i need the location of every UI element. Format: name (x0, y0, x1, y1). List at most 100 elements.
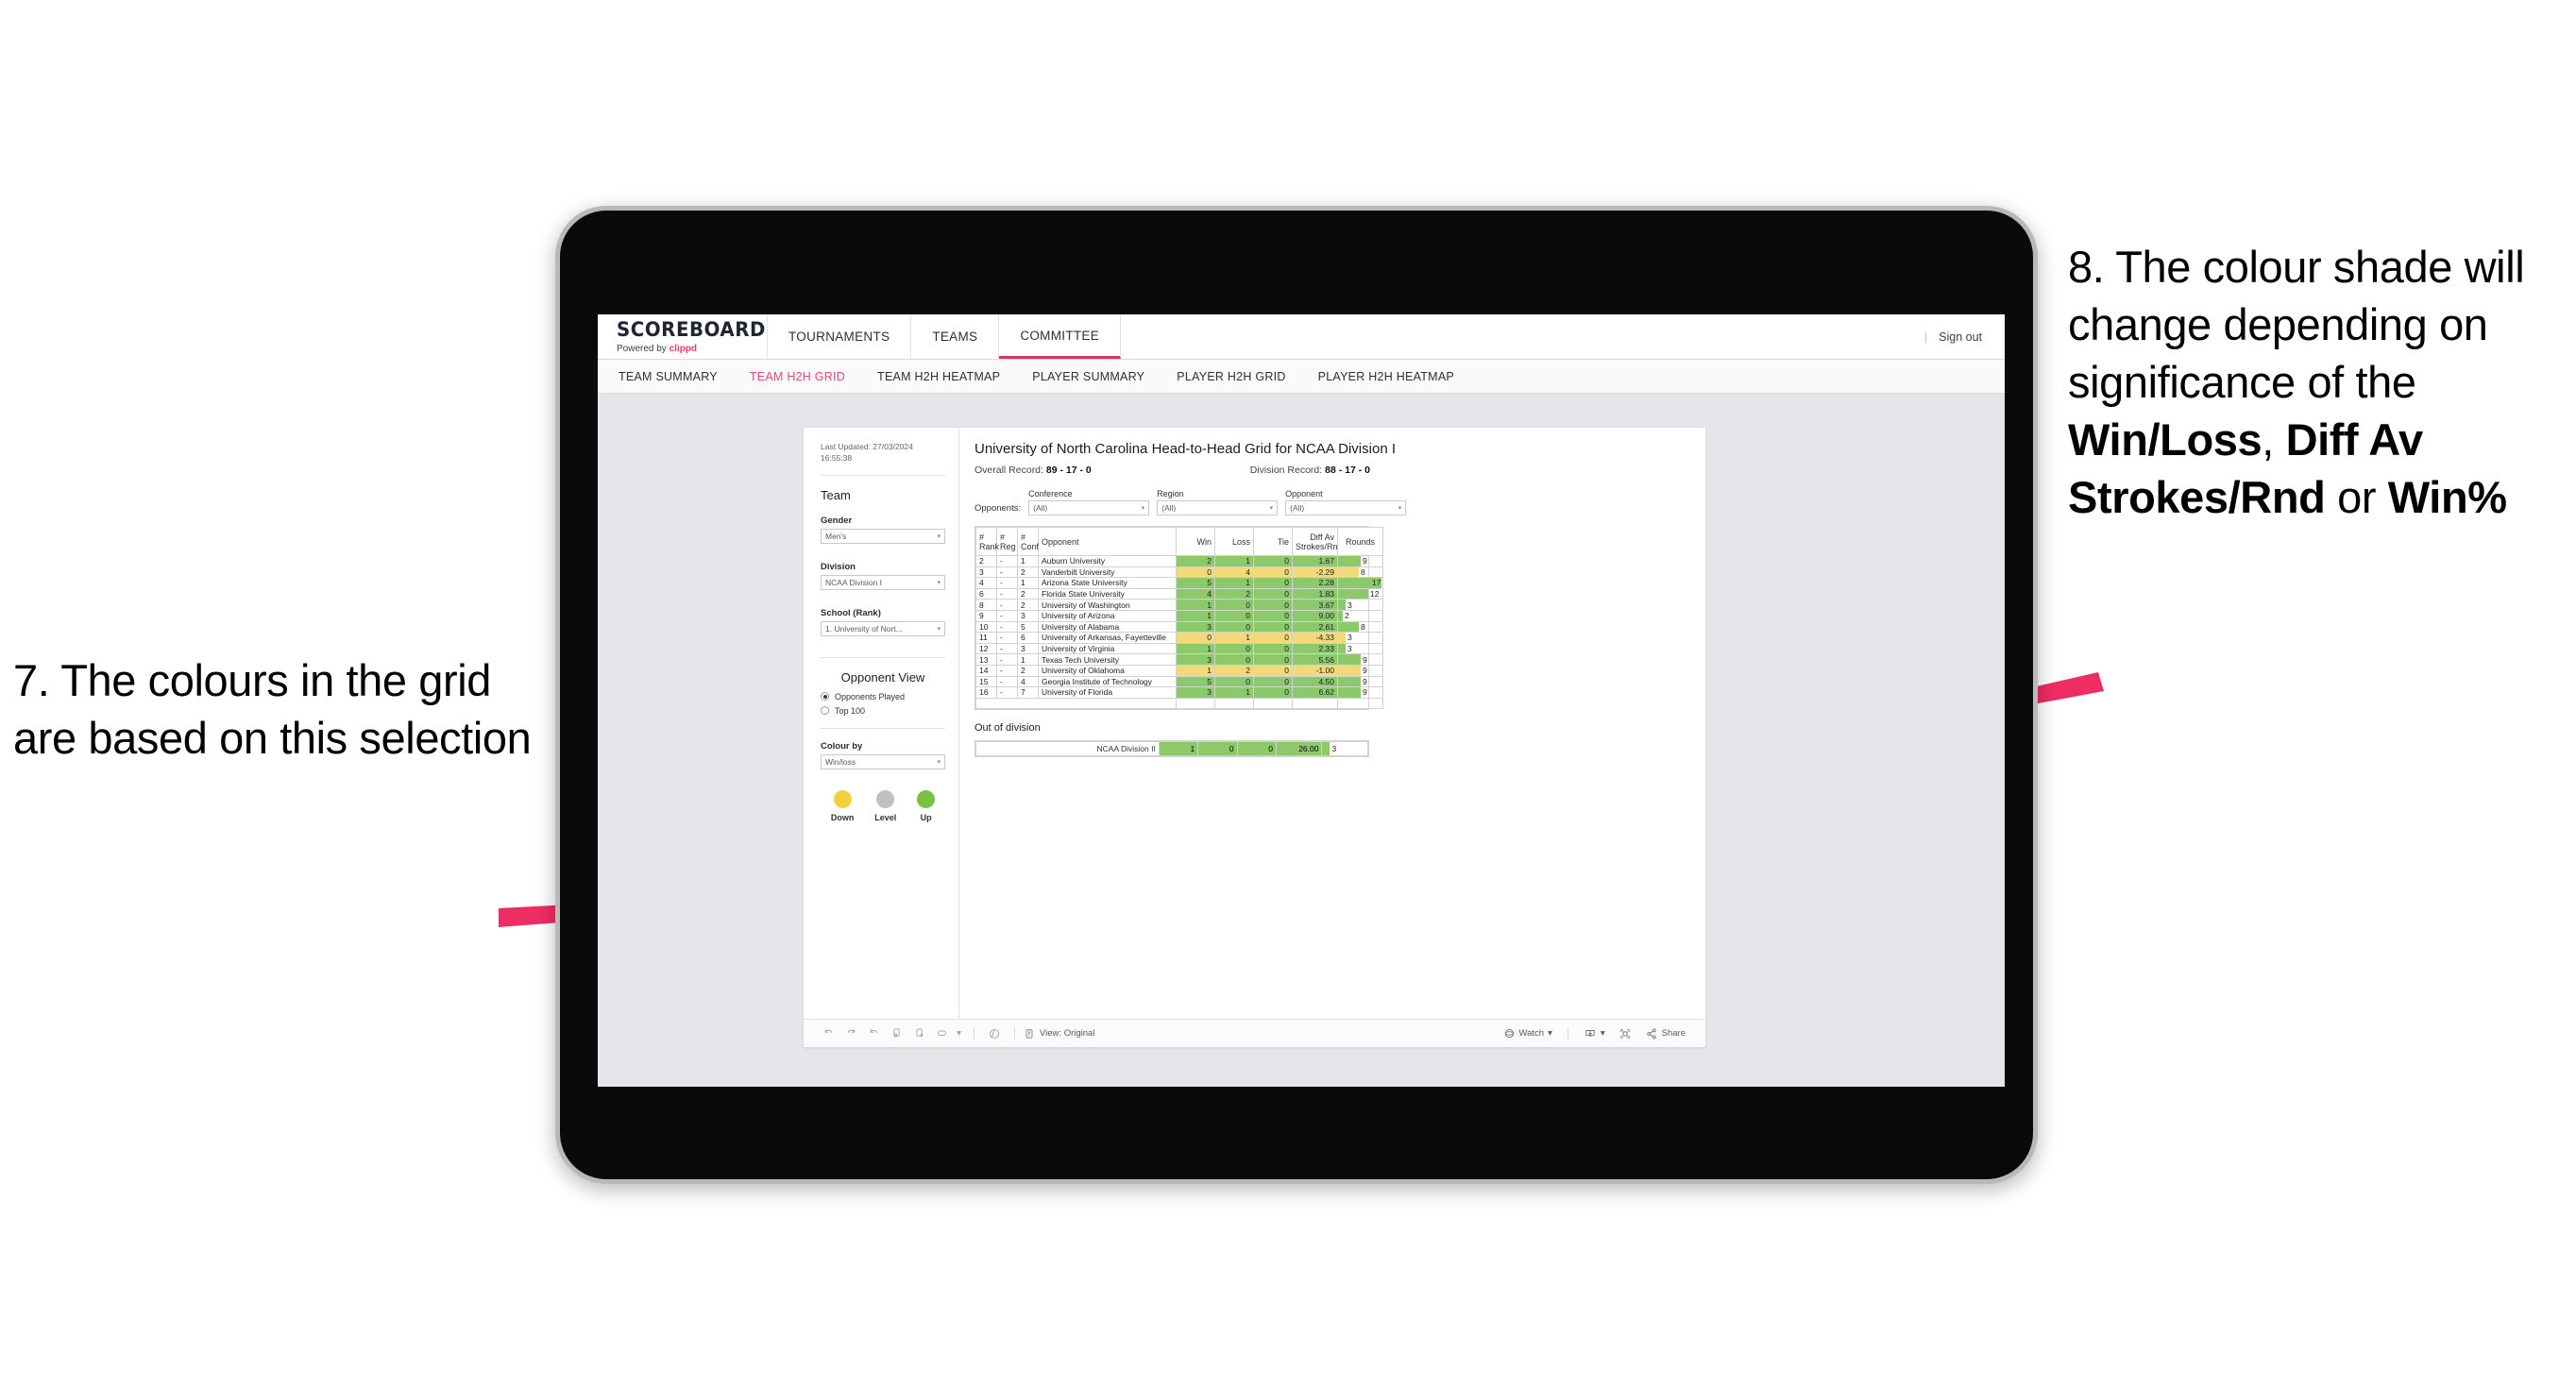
legend-label-down: Down (830, 812, 855, 822)
out-of-division-wrapper[interactable]: NCAA Division II 1 0 0 26.00 3 (974, 740, 1369, 758)
cell-opponent: Auburn University (1038, 555, 1177, 567)
cell-rounds: 9 (1337, 686, 1383, 699)
table-row[interactable]: 15-4 Georgia Institute of Technology 5 0 0 4.… (975, 675, 1383, 688)
view-original-button[interactable]: View: Original (1024, 1028, 1094, 1040)
filter-panel: Last Updated: 27/03/2024 16:55:38 Team G… (804, 428, 959, 1019)
share-button[interactable]: Share (1638, 1027, 1692, 1040)
table-row[interactable]: 14-2 University of Oklahoma 1 2 0 -1.00 9 (975, 664, 1383, 677)
cell-blank-tie (1253, 697, 1293, 710)
region-select[interactable]: (All) ▾ (1157, 500, 1279, 516)
cell-tie: 0 (1253, 632, 1293, 644)
cell-tie: 0 (1253, 675, 1293, 688)
cell-win: 1 (1176, 664, 1215, 677)
subnav-team-h2h-grid[interactable]: TEAM H2H GRID (750, 370, 845, 383)
cell-ood-diff: 26.00 (1276, 741, 1323, 757)
redo-icon[interactable] (839, 1023, 862, 1044)
col-tie[interactable]: Tie (1253, 527, 1293, 556)
chevron-down-icon: ▾ (937, 532, 941, 540)
topnav-committee[interactable]: COMMITTEE (999, 314, 1122, 359)
sign-out-link[interactable]: Sign out (1939, 330, 1982, 344)
cell-win: 0 (1176, 566, 1215, 579)
table-row[interactable]: 8-2 University of Washington 1 0 0 3.67 3 (975, 599, 1383, 611)
table-row[interactable]: 16-7 University of Florida 3 1 0 6.62 9 (975, 686, 1383, 699)
subnav-player-h2h-grid[interactable]: PLAYER H2H GRID (1177, 370, 1285, 383)
cell-diff: 2.61 (1292, 620, 1338, 634)
subnav-player-summary[interactable]: PLAYER SUMMARY (1032, 370, 1144, 383)
device-layout-caret-icon[interactable]: ▾ (953, 1023, 965, 1044)
gender-select[interactable]: Men's ▾ (821, 528, 945, 544)
rounds-bar (1338, 687, 1361, 698)
table-row[interactable]: 6-2 Florida State University 4 2 0 1.83 12 (975, 587, 1383, 600)
division-select[interactable]: NCAA Division I ▾ (821, 574, 945, 590)
topbar-divider: | (1924, 330, 1928, 344)
out-of-division-row[interactable]: NCAA Division II 1 0 0 26.00 3 (975, 741, 1368, 757)
pause-auto-update-icon[interactable] (983, 1023, 1006, 1044)
opponent-value: (All) (1290, 503, 1305, 513)
table-row[interactable]: 12-3 University of Virginia 1 0 0 2.33 3 (975, 642, 1383, 655)
col-reg[interactable]: # Reg (996, 527, 1018, 556)
cell-tie: 0 (1253, 577, 1293, 589)
watch-button[interactable]: Watch ▾ (1497, 1027, 1559, 1040)
refresh-data-icon[interactable] (885, 1023, 907, 1044)
table-row[interactable]: 2-1 Auburn University 2 1 0 1.67 9 (975, 555, 1383, 567)
pause-updates-icon[interactable] (907, 1023, 930, 1044)
colour-by-select[interactable]: Win/loss ▾ (821, 753, 945, 769)
opponent-label: Opponent (1285, 489, 1323, 499)
tablet-screen: SCOREBOARD Powered by clippd TOURNAMENTS… (598, 314, 2005, 1087)
subnav-team-h2h-heatmap[interactable]: TEAM H2H HEATMAP (877, 370, 1000, 383)
cell-diff: 6.62 (1292, 686, 1338, 699)
rounds-value: 9 (1363, 666, 1367, 676)
annotation-right-mid1: , (2262, 414, 2286, 465)
col-opponent[interactable]: Opponent (1038, 527, 1177, 556)
rounds-bar (1338, 622, 1359, 632)
undo-icon[interactable] (817, 1023, 839, 1044)
cell-opponent: Texas Tech University (1038, 653, 1177, 666)
topnav-tournaments[interactable]: TOURNAMENTS (768, 314, 912, 359)
colour-legend: Down Level Up (821, 789, 945, 822)
table-row[interactable]: 11-6 University of Arkansas, Fayetteville… (975, 632, 1383, 644)
cell-ood-win: 1 (1158, 741, 1199, 757)
conference-value: (All) (1033, 503, 1048, 513)
school-label: School (Rank) (821, 607, 881, 618)
topnav-teams[interactable]: TEAMS (911, 314, 1000, 359)
fullscreen-button[interactable] (1612, 1027, 1638, 1040)
annotation-right-prefix: 8. The colour shade will change dependin… (2068, 242, 2525, 408)
divider-1 (821, 474, 945, 476)
cell-blank-diff (1292, 697, 1338, 710)
grid-header-row: # Rank # Reg # Conf Opponent Win Loss Tie D… (975, 527, 1383, 556)
watch-caret-icon: ▾ (1548, 1028, 1552, 1039)
cell-rounds: 3 (1321, 741, 1368, 757)
col-rank[interactable]: # Rank (975, 527, 999, 556)
col-win[interactable]: Win (1176, 527, 1215, 556)
cell-loss: 0 (1214, 675, 1254, 688)
radio-top-100[interactable]: Top 100 (821, 706, 945, 716)
radio-opponents-played[interactable]: Opponents Played (821, 692, 945, 701)
cell-reg: - (996, 577, 1018, 589)
records-row: Overall Record: 89 - 17 - 0 Division Rec… (974, 465, 1690, 476)
annotation-right-mid2: or (2325, 472, 2388, 523)
col-loss[interactable]: Loss (1214, 527, 1254, 556)
annotation-left: 7. The colours in the grid are based on … (13, 655, 532, 764)
opponent-select[interactable]: (All) ▾ (1285, 500, 1407, 516)
table-row[interactable]: 3-2 Vanderbilt University 0 4 0 -2.29 8 (975, 566, 1383, 579)
col-conf[interactable]: # Conf (1017, 527, 1039, 556)
subnav-player-h2h-heatmap[interactable]: PLAYER H2H HEATMAP (1318, 370, 1454, 383)
table-row[interactable]: 9-3 University of Arizona 1 0 0 9.00 2 (975, 609, 1383, 622)
h2h-grid-wrapper[interactable]: # Rank # Reg # Conf Opponent Win Loss Tie D… (974, 526, 1383, 711)
table-row[interactable]: 13-1 Texas Tech University 3 0 0 5.56 9 (975, 653, 1383, 666)
revert-icon[interactable] (862, 1023, 885, 1044)
chevron-down-icon: ▾ (1398, 505, 1402, 512)
subnav-team-summary[interactable]: TEAM SUMMARY (619, 370, 718, 383)
rounds-value: 9 (1363, 687, 1367, 698)
table-row[interactable]: 4-1 Arizona State University 5 1 0 2.28 17 (975, 577, 1383, 589)
school-select[interactable]: 1. University of Nort... ▾ (821, 620, 945, 636)
download-button[interactable]: ▾ (1577, 1027, 1612, 1040)
col-diff-av-strokes[interactable]: Diff Av Strokes/Rnd (1292, 527, 1343, 556)
col-rounds[interactable]: Rounds (1337, 527, 1383, 556)
conference-select[interactable]: (All) ▾ (1028, 500, 1150, 516)
cell-tie: 0 (1253, 653, 1293, 666)
device-layout-icon[interactable] (930, 1023, 953, 1044)
brand-powered-name: clippd (669, 343, 698, 354)
table-row[interactable]: 10-5 University of Alabama 3 0 0 2.61 8 (975, 620, 1383, 634)
page-root: 7. The colours in the grid are based on … (0, 0, 2576, 1386)
